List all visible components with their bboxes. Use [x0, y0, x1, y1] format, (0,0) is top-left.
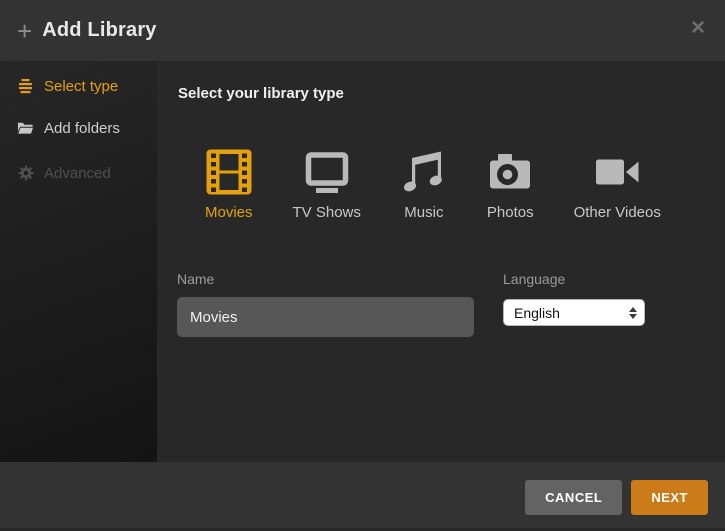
add-library-dialog: + Add Library × Select type [0, 0, 725, 531]
dialog-body: Select your library type [157, 61, 725, 462]
list-icon [17, 78, 34, 94]
select-stepper-icon [629, 307, 637, 319]
gear-icon [17, 165, 34, 181]
library-type-movies[interactable]: Movies [205, 149, 253, 221]
tv-icon [304, 149, 350, 195]
library-type-row: Movies TV Shows [205, 149, 661, 221]
sidebar-item-label: Advanced [44, 165, 111, 182]
dialog-footer: CANCEL NEXT [0, 462, 725, 531]
sidebar-item-advanced: Advanced [17, 164, 111, 182]
close-icon[interactable]: × [687, 12, 709, 44]
language-field-group: Language English [503, 271, 645, 326]
sidebar-item-label: Add folders [44, 120, 120, 137]
type-label: Movies [205, 204, 253, 221]
plus-icon: + [17, 18, 32, 44]
name-field-group: Name [177, 271, 474, 337]
library-type-music[interactable]: Music [401, 149, 447, 221]
film-icon [206, 149, 252, 195]
sidebar-item-select-type[interactable]: Select type [17, 77, 118, 95]
library-type-heading: Select your library type [178, 85, 344, 102]
cancel-button[interactable]: CANCEL [525, 480, 622, 515]
type-label: Photos [487, 204, 534, 221]
camera-icon [487, 149, 533, 195]
sidebar-item-label: Select type [44, 78, 118, 95]
library-type-other-videos[interactable]: Other Videos [574, 149, 661, 221]
language-select[interactable]: English [503, 299, 645, 326]
next-button[interactable]: NEXT [631, 480, 708, 515]
type-label: TV Shows [293, 204, 361, 221]
video-camera-icon [594, 149, 640, 195]
name-label: Name [177, 271, 474, 287]
type-label: Music [404, 204, 443, 221]
library-type-photos[interactable]: Photos [487, 149, 534, 221]
language-label: Language [503, 271, 645, 287]
name-input[interactable] [177, 297, 474, 337]
dialog-header: + Add Library × [0, 0, 725, 61]
sidebar-item-add-folders[interactable]: Add folders [17, 119, 120, 137]
dialog-title: Add Library [42, 19, 156, 42]
folder-icon [17, 121, 34, 135]
dialog-sidebar: Select type Add folders [0, 61, 157, 462]
music-note-icon [401, 149, 447, 195]
type-label: Other Videos [574, 204, 661, 221]
library-type-tv-shows[interactable]: TV Shows [293, 149, 361, 221]
language-select-value: English [514, 305, 560, 321]
